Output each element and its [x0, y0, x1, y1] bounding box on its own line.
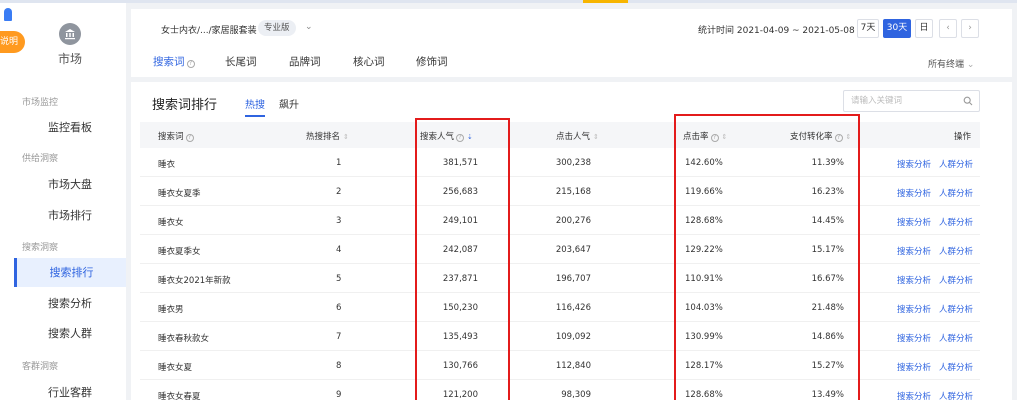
help-icon: ? [185, 134, 194, 142]
search-analysis-link[interactable]: 搜索分析 [897, 332, 931, 344]
highlight-box-rates [674, 114, 860, 400]
search-analysis-link[interactable]: 搜索分析 [897, 158, 931, 170]
category-path[interactable]: 女士内衣/.../家居服套装 [161, 23, 257, 36]
search-analysis-link[interactable]: 搜索分析 [897, 245, 931, 257]
cell-click-popularity: 300,238 [555, 158, 591, 168]
page-title: 搜索词排行 [152, 98, 218, 113]
search-analysis-link[interactable]: 搜索分析 [897, 187, 931, 199]
sidebar-title: 市场 [57, 52, 82, 66]
edition-badge: 专业版 [258, 20, 296, 36]
cell-term: 睡衣男 [158, 305, 184, 315]
sort-icon: ⇕ [343, 133, 349, 141]
cell-term: 睡衣夏季女 [158, 247, 201, 257]
sidebar-item-search-crowd[interactable]: 搜索人群 [14, 319, 126, 348]
main: 女士内衣/.../家居服套装 专业版 ⌄ 统计时间 2021-04-09 ~ 2… [131, 3, 1012, 400]
nav-group-customer: 客群洞察 [22, 362, 59, 372]
search-analysis-link[interactable]: 搜索分析 [897, 274, 931, 286]
crowd-analysis-link[interactable]: 人群分析 [939, 332, 973, 344]
cell-term: 睡衣 [158, 160, 176, 170]
cell-term: 睡衣女春夏 [158, 392, 201, 400]
help-icon: ? [186, 60, 195, 68]
cell-rank: 8 [336, 361, 342, 371]
col-rank[interactable]: 热搜排名 ⇕ [306, 130, 349, 142]
cell-rank: 1 [336, 158, 342, 168]
search-analysis-link[interactable]: 搜索分析 [897, 361, 931, 373]
bank-icon [59, 23, 81, 45]
cell-rank: 4 [336, 245, 342, 255]
keyword-search [843, 90, 980, 112]
crowd-analysis-link[interactable]: 人群分析 [939, 303, 973, 315]
date-30d-button[interactable]: 30天 [883, 19, 911, 38]
crowd-analysis-link[interactable]: 人群分析 [939, 216, 973, 228]
content-card: 搜索词排行 热搜 飙升 搜索词? 热搜排名⇕ 搜索人气?⇣ 点击人气⇕ 点击率?… [131, 82, 1012, 400]
date-7d-button[interactable]: 7天 [857, 19, 879, 38]
tab-long-tail[interactable]: 长尾词 [225, 54, 257, 69]
terminal-select[interactable]: 所有终端 ⌄ [928, 57, 974, 70]
crowd-analysis-link[interactable]: 人群分析 [939, 245, 973, 257]
cell-term: 睡衣春秋款女 [158, 334, 210, 344]
sidebar-item-search-rank[interactable]: 搜索排行 [14, 258, 126, 287]
chevron-down-icon[interactable]: ⌄ [305, 22, 313, 32]
search-input[interactable] [844, 91, 954, 111]
header-card: 女士内衣/.../家居服套装 专业版 ⌄ 统计时间 2021-04-09 ~ 2… [131, 9, 1012, 84]
sidebar-item-search-analysis[interactable]: 搜索分析 [14, 289, 126, 318]
cell-rank: 2 [336, 187, 342, 197]
cell-click-popularity: 112,840 [555, 361, 591, 371]
sidebar: 说明 市场 市场监控 监控看板 供给洞察 市场大盘 市场排行 搜索洞察 搜索排行… [0, 3, 126, 400]
cell-click-popularity: 200,276 [555, 216, 591, 226]
subtab-indicator [245, 115, 265, 117]
crowd-analysis-link[interactable]: 人群分析 [939, 274, 973, 286]
search-analysis-link[interactable]: 搜索分析 [897, 390, 931, 400]
sidebar-item-market-overview[interactable]: 市场大盘 [14, 170, 126, 199]
rocket-icon [2, 8, 14, 34]
nav-group-market-monitor: 市场监控 [22, 98, 59, 108]
cell-term: 睡衣女夏 [158, 363, 193, 373]
cell-click-popularity: 98,309 [561, 390, 591, 400]
highlight-box-search-popularity [415, 118, 510, 400]
nav-group-search: 搜索洞察 [22, 243, 59, 253]
cell-click-popularity: 116,426 [555, 303, 591, 313]
tab-search-terms[interactable]: 搜索词? [153, 54, 195, 69]
col-actions: 操作 [954, 132, 972, 142]
sort-icon: ⇕ [593, 133, 599, 141]
cell-rank: 9 [336, 390, 342, 400]
sidebar-item-industry-crowd[interactable]: 行业客群 [14, 378, 126, 400]
cell-rank: 5 [336, 274, 342, 284]
subtab-hot[interactable]: 热搜 [245, 96, 265, 111]
cell-rank: 3 [336, 216, 342, 226]
cell-rank: 7 [336, 332, 342, 342]
crowd-analysis-link[interactable]: 人群分析 [939, 158, 973, 170]
date-day-button[interactable]: 日 [915, 19, 933, 38]
cell-rank: 6 [336, 303, 342, 313]
tab-brand[interactable]: 品牌词 [289, 54, 321, 69]
explain-tab[interactable]: 说明 [0, 31, 25, 53]
cell-click-popularity: 109,092 [555, 332, 591, 342]
crowd-analysis-link[interactable]: 人群分析 [939, 361, 973, 373]
col-click-popularity[interactable]: 点击人气 ⇕ [556, 130, 599, 142]
next-date-icon[interactable]: › [961, 19, 979, 38]
nav-group-supply: 供给洞察 [22, 154, 59, 164]
search-analysis-link[interactable]: 搜索分析 [897, 303, 931, 315]
stat-time: 统计时间 2021-04-09 ~ 2021-05-08 [698, 26, 855, 36]
cell-term: 睡衣女 [158, 218, 184, 228]
tab-modifier[interactable]: 修饰词 [416, 54, 448, 69]
cell-term: 睡衣女2021年新款 [158, 276, 231, 286]
sidebar-header: 市场 [14, 23, 126, 67]
col-term: 搜索词? [158, 130, 194, 142]
tab-core[interactable]: 核心词 [353, 54, 385, 69]
crowd-analysis-link[interactable]: 人群分析 [939, 187, 973, 199]
search-analysis-link[interactable]: 搜索分析 [897, 216, 931, 228]
cell-click-popularity: 196,707 [555, 274, 591, 284]
crowd-analysis-link[interactable]: 人群分析 [939, 390, 973, 400]
search-icon[interactable] [963, 96, 973, 106]
chevron-down-icon: ⌄ [966, 60, 975, 70]
cell-click-popularity: 215,168 [555, 187, 591, 197]
cell-click-popularity: 203,647 [555, 245, 591, 255]
cell-term: 睡衣女夏季 [158, 189, 201, 199]
prev-date-icon[interactable]: ‹ [939, 19, 957, 38]
sidebar-item-market-rank[interactable]: 市场排行 [14, 201, 126, 230]
subtab-rising[interactable]: 飙升 [279, 96, 299, 111]
sidebar-item-monitor-board[interactable]: 监控看板 [14, 113, 126, 142]
